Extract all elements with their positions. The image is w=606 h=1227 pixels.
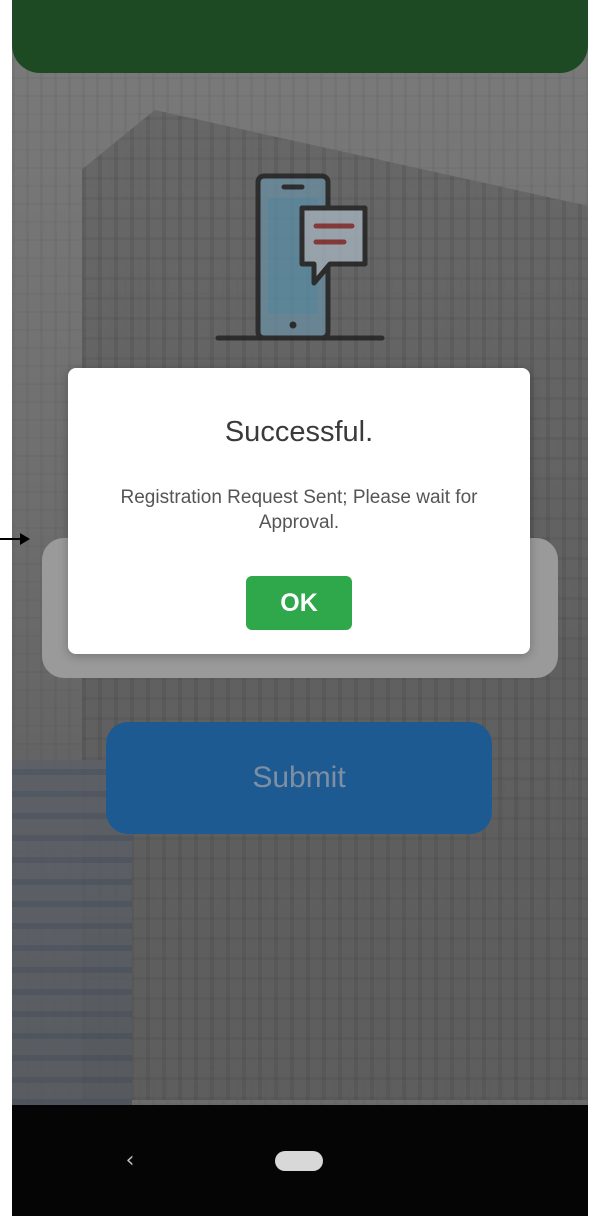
success-dialog: Successful. Registration Request Sent; P… bbox=[68, 368, 530, 654]
frame-bottom-edge bbox=[12, 1216, 588, 1227]
submit-button[interactable]: Submit bbox=[106, 722, 492, 834]
home-icon[interactable] bbox=[275, 1151, 323, 1171]
dialog-message: Registration Request Sent; Please wait f… bbox=[120, 487, 478, 533]
back-icon[interactable]: ‹ bbox=[118, 1145, 142, 1175]
pointer-arrow-icon bbox=[0, 533, 30, 545]
phone-message-icon bbox=[215, 173, 385, 341]
ok-button[interactable]: OK bbox=[246, 576, 352, 630]
app-screen: Submit Successful. Registration Request … bbox=[12, 0, 588, 1227]
system-nav-bar: ‹ bbox=[12, 1105, 588, 1216]
dialog-title: Successful. bbox=[224, 416, 374, 448]
header-bar bbox=[12, 0, 588, 73]
